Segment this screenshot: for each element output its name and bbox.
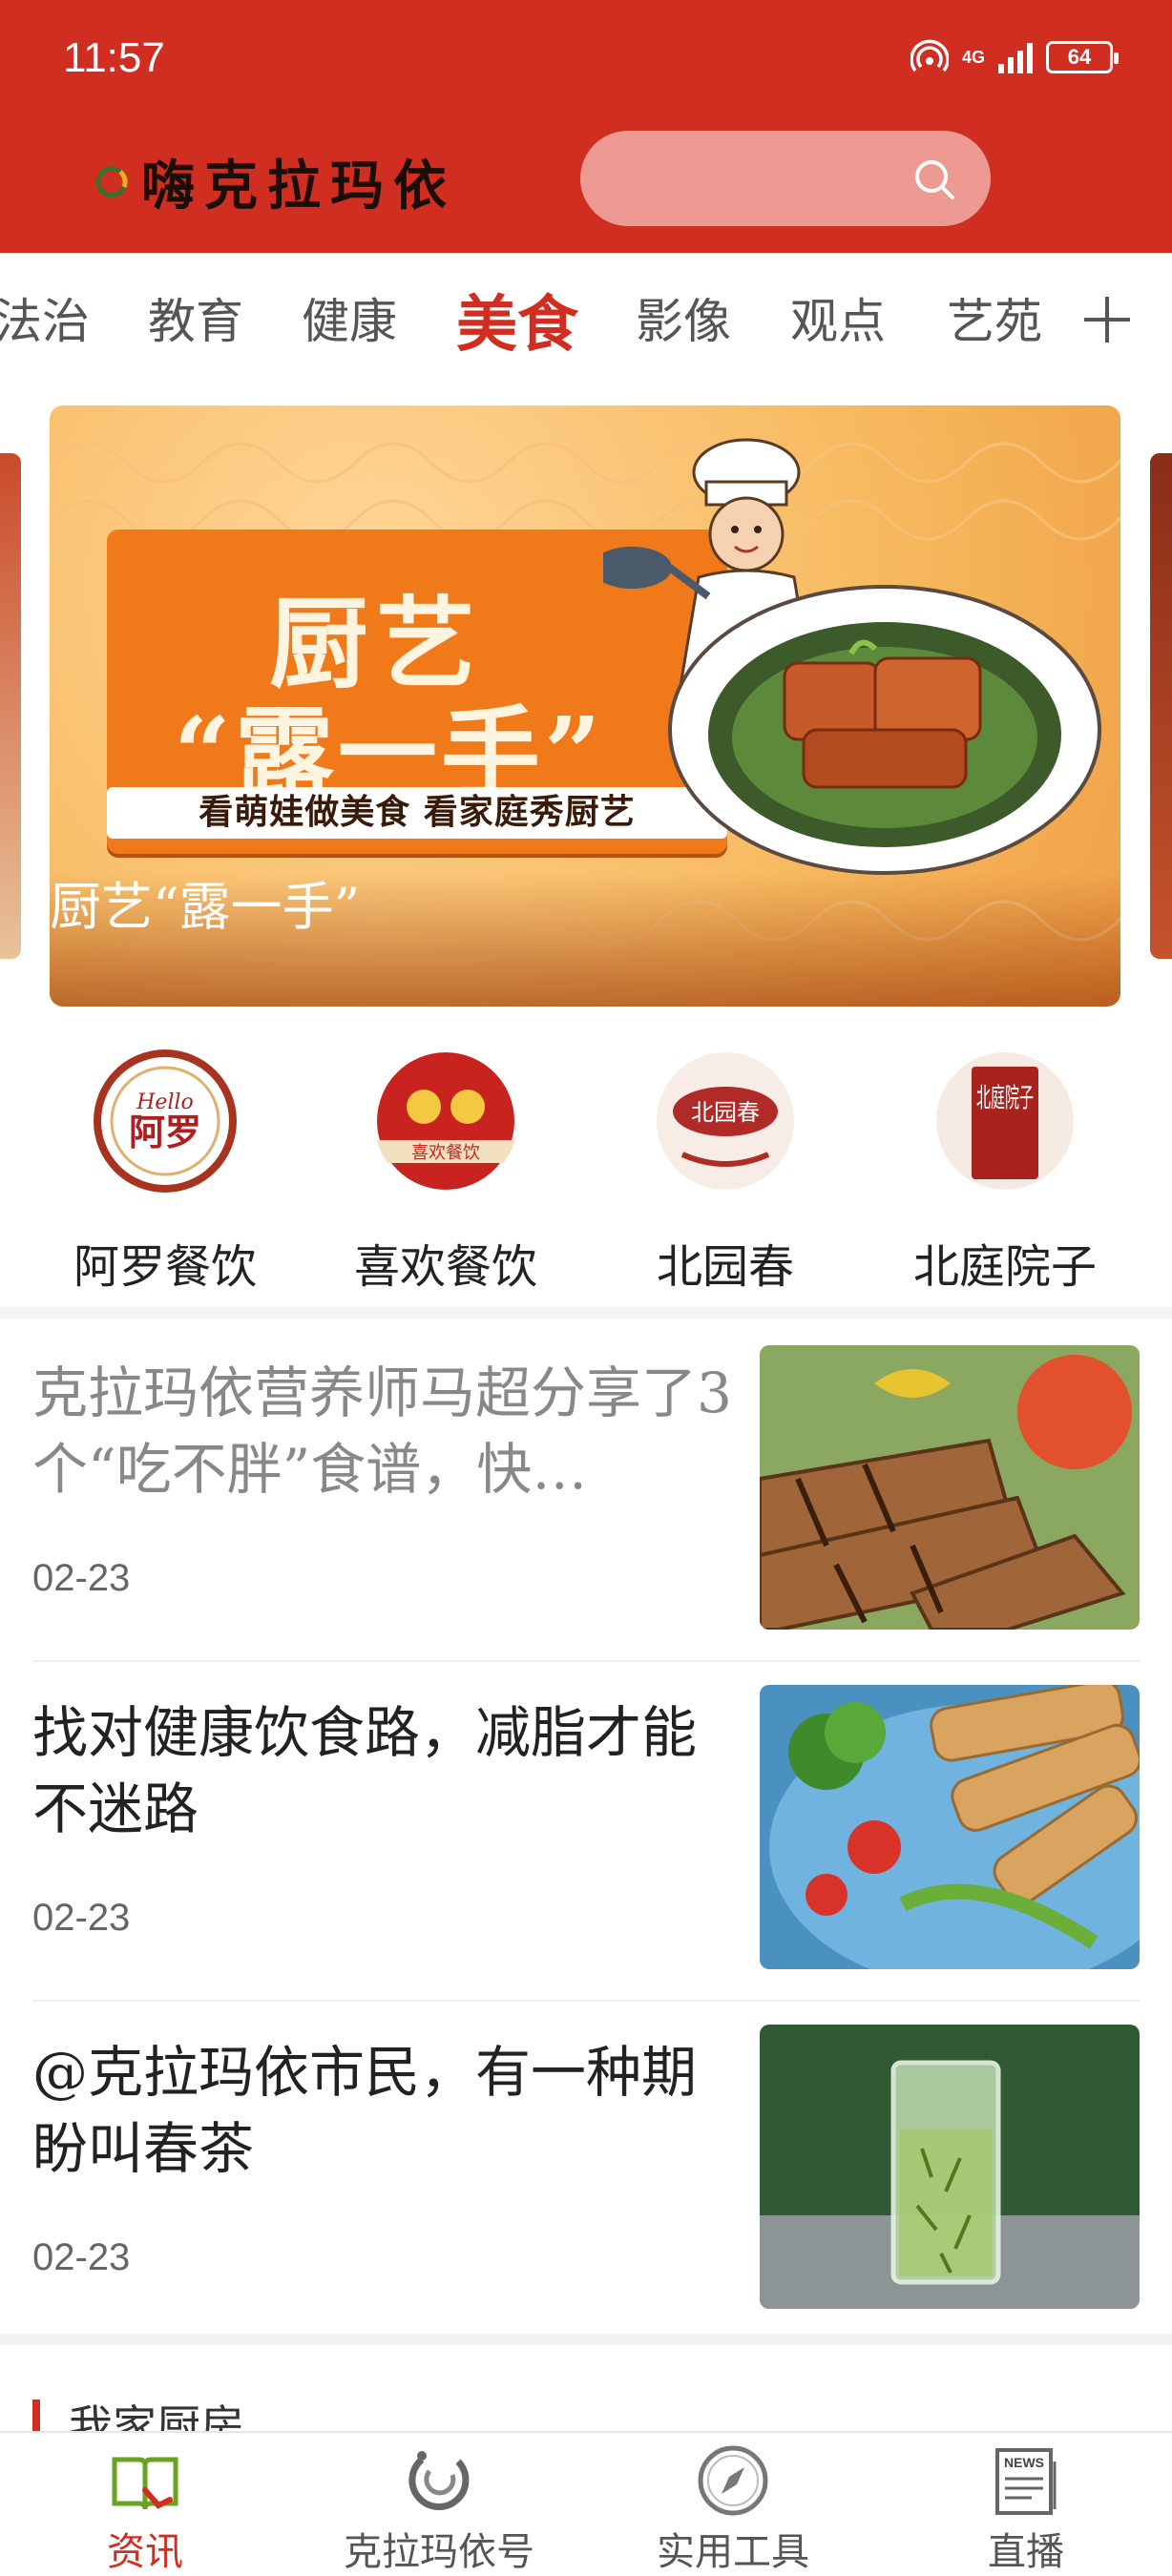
search-icon[interactable] [912,157,956,201]
tab-yiyuan[interactable]: 艺苑 [947,283,1042,352]
channel-tabs: 法治 教育 健康 美食 影像 观点 艺苑 [0,253,1172,382]
beiyuanchun-logo-text: 北园春 [691,1099,760,1126]
tab-yingxiang[interactable]: 影像 [636,283,731,352]
restaurant-name: 北庭院子 [912,1240,1097,1294]
news-thumbnail [760,1345,1140,1630]
nav-label: 实用工具 [657,2530,809,2574]
app-header: 11:57 4G 64 嗨克拉玛依 [0,0,1172,253]
tab-fazhi[interactable]: 法治 [0,283,90,352]
nav-zixun[interactable]: 资讯 [31,2442,260,2576]
restaurant-row: Hello 阿罗 阿罗餐饮 喜欢餐饮 喜欢餐饮 北园春 北园春 北庭院子 北庭院… [0,1048,1172,1298]
beitingyuanzi-logo-text: 北庭院子 [976,1082,1034,1113]
logo-mark-icon [95,165,128,197]
svg-text:NEWS: NEWS [1004,2455,1044,2470]
restaurant-name: 喜欢餐饮 [353,1240,537,1294]
bottom-nav: 资讯 克拉玛依号 实用工具 NEWS 直播 [0,2431,1172,2576]
status-time: 11:57 [63,34,165,81]
beiyuanchun-logo-icon: 北园春 [657,1052,794,1190]
news-thumbnail [760,2025,1140,2309]
section-divider [0,1307,1172,1319]
restaurant-aluo[interactable]: Hello 阿罗 阿罗餐饮 [46,1048,284,1296]
banner-prev-peek[interactable] [0,453,21,959]
restaurant-beiyuanchun[interactable]: 北园春 北园春 [606,1049,845,1296]
beitingyuanzi-logo-icon: 北庭院子 [936,1052,1074,1190]
news-title: 找对健康饮食路，减脂才能不迷路 [32,1700,698,1841]
nav-label: 克拉玛依号 [344,2530,534,2574]
dish-illustration [668,585,1101,875]
aluo-logo-icon: Hello 阿罗 [92,1048,239,1195]
signal-icon [998,41,1033,73]
aluo-logo-text: 阿罗 [129,1111,201,1153]
news-separator [32,2000,1140,2002]
news-icon: NEWS [995,2448,1057,2515]
nav-karamay-hao[interactable]: 克拉玛依号 [324,2442,554,2576]
xihuan-logo-text: 喜欢餐饮 [411,1143,480,1163]
news-item[interactable]: 克拉玛依营养师马超分享了3个“吃不胖”食谱，快… 02-23 [0,1345,1172,1685]
restaurant-xihuan[interactable]: 喜欢餐饮 喜欢餐饮 [326,1049,565,1296]
battery-icon: 64 [1046,41,1119,73]
news-title: 克拉玛依营养师马超分享了3个“吃不胖”食谱，快… [32,1361,732,1502]
tab-jiaoyu[interactable]: 教育 [148,283,243,352]
news-item[interactable]: @克拉玛依市民，有一种期盼叫春茶 02-23 [0,2025,1172,2364]
search-input[interactable] [580,131,991,226]
featured-banner[interactable]: 厨艺 “露一手” 看萌娃做美食 看家庭秀厨艺 厨艺“露一手” [50,405,1120,1007]
news-separator [32,1660,1140,1662]
hotspot-icon [910,39,949,73]
restaurant-name: 北园春 [656,1240,794,1294]
section-divider [0,2334,1172,2345]
nav-tools[interactable]: 实用工具 [618,2442,848,2576]
nav-live[interactable]: NEWS 直播 [911,2442,1141,2576]
banner-next-peek[interactable] [1150,453,1172,959]
tab-meishi[interactable]: 美食 [456,276,578,364]
restaurant-beitingyuanzi[interactable]: 北庭院子 北庭院子 [886,1049,1124,1296]
news-title: @克拉玛依市民，有一种期盼叫春茶 [32,2040,698,2181]
app-logo: 嗨克拉玛依 [92,143,456,220]
news-thumbnail [760,1685,1140,1969]
status-icons: 4G 64 [910,38,1119,76]
banner-caption: 厨艺“露一手” [50,877,361,937]
tab-guandian[interactable]: 观点 [790,283,886,352]
news-date: 02-23 [32,1897,131,1939]
tab-jiankang[interactable]: 健康 [302,283,397,352]
book-icon [112,2457,178,2510]
nav-label: 直播 [988,2530,1064,2574]
swirl-icon [408,2451,470,2511]
news-date: 02-23 [32,2236,131,2278]
add-channel-icon[interactable] [1080,293,1134,346]
news-date: 02-23 [32,1557,131,1599]
network-type: 4G [961,48,985,67]
news-item[interactable]: 找对健康饮食路，减脂才能不迷路 02-23 [0,1685,1172,2025]
app-name: 嗨克拉玛依 [141,155,456,218]
xihuan-logo-icon: 喜欢餐饮 [374,1052,517,1190]
compass-icon [698,2445,768,2516]
nav-label: 资讯 [107,2530,183,2574]
restaurant-name: 阿罗餐饮 [73,1240,257,1294]
battery-level: 64 [1067,45,1092,69]
